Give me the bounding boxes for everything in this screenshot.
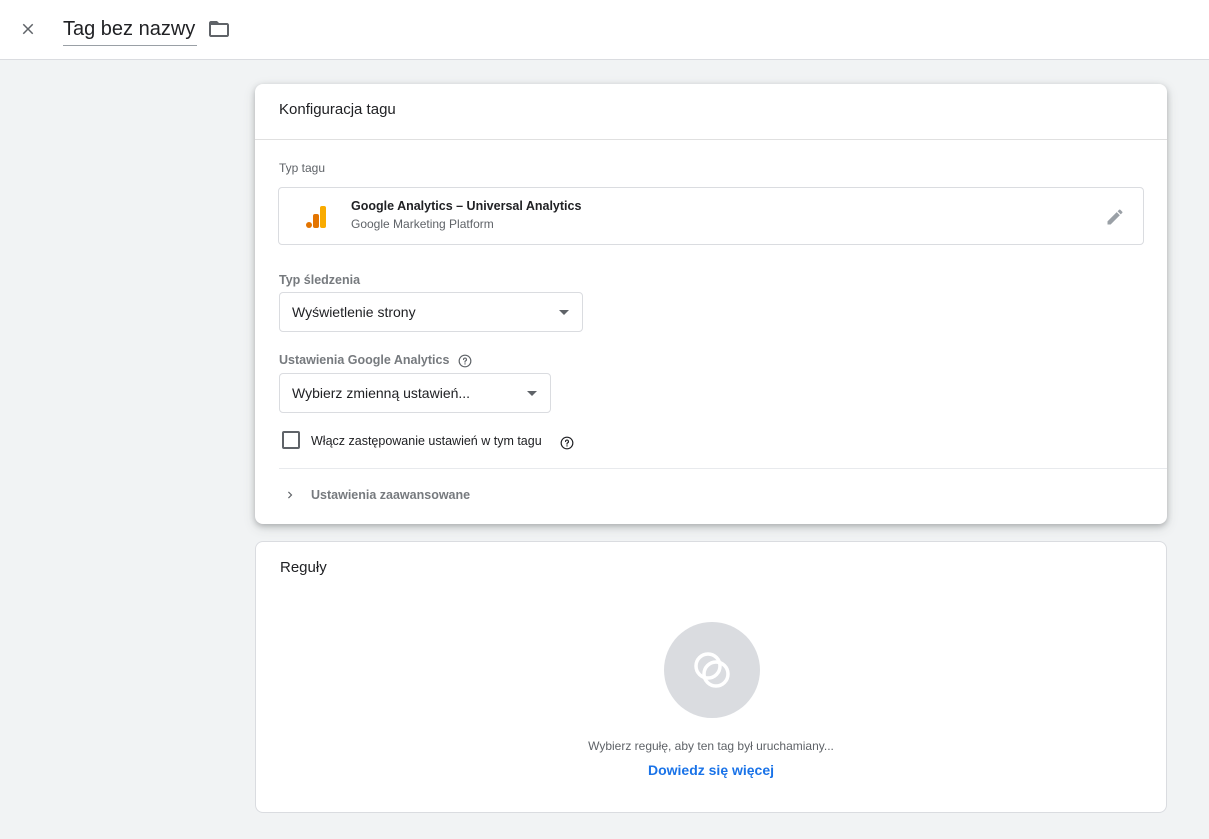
override-settings-label: Włącz zastępowanie ustawień w tym tagu (311, 434, 542, 448)
top-bar: Tag bez nazwy (0, 0, 1209, 60)
edit-tag-type-button[interactable] (1103, 205, 1127, 229)
card-title: Konfiguracja tagu (279, 101, 396, 118)
tag-type-platform: Google Marketing Platform (351, 217, 494, 231)
tag-type-label: Typ tagu (279, 161, 326, 175)
help-circle-icon[interactable] (560, 436, 574, 450)
card-header: Konfiguracja tagu (255, 84, 1167, 140)
chevron-right-icon (288, 491, 293, 499)
tag-configuration-card: Konfiguracja tagu Typ tagu Google Analyt… (255, 84, 1167, 524)
tag-type-name: Google Analytics – Universal Analytics (351, 199, 582, 213)
tracking-type-value: Wyświetlenie strony (292, 304, 416, 320)
tag-name-field[interactable]: Tag bez nazwy (63, 16, 198, 46)
advanced-settings-label: Ustawienia zaawansowane (311, 488, 471, 502)
triggers-title: Reguły (280, 559, 327, 576)
override-settings-checkbox[interactable] (282, 431, 300, 449)
tag-type-selector[interactable]: Google Analytics – Universal Analytics G… (278, 187, 1144, 245)
divider (279, 468, 1167, 469)
dropdown-arrow-icon (559, 310, 569, 315)
ga-settings-select[interactable]: Wybierz zmienną ustawień... (279, 373, 551, 413)
tracking-type-select[interactable]: Wyświetlenie strony (279, 292, 583, 332)
dropdown-arrow-icon (527, 391, 537, 396)
tracking-type-label: Typ śledzenia (279, 273, 361, 287)
ga-settings-label: Ustawienia Google Analytics (279, 353, 450, 367)
advanced-settings-toggle[interactable]: Ustawienia zaawansowane (279, 480, 679, 510)
help-circle-icon[interactable] (458, 354, 472, 368)
close-icon (22, 23, 34, 35)
ga-settings-value: Wybierz zmienną ustawień... (292, 385, 471, 401)
trigger-icon (694, 652, 730, 688)
folder-button[interactable] (206, 16, 232, 42)
folder-icon (209, 21, 229, 37)
add-trigger-button[interactable] (664, 622, 760, 718)
google-analytics-logo (306, 206, 326, 228)
learn-more-label: Dowiedz się więcej (647, 762, 775, 778)
triggers-card: Reguły Wybierz regułę, aby ten tag był u… (255, 541, 1167, 813)
pencil-icon (1107, 209, 1123, 225)
close-button[interactable] (14, 15, 42, 43)
learn-more-link[interactable]: Dowiedz się więcej (256, 762, 1166, 778)
triggers-empty-text: Wybierz regułę, aby ten tag był uruchami… (588, 739, 834, 753)
